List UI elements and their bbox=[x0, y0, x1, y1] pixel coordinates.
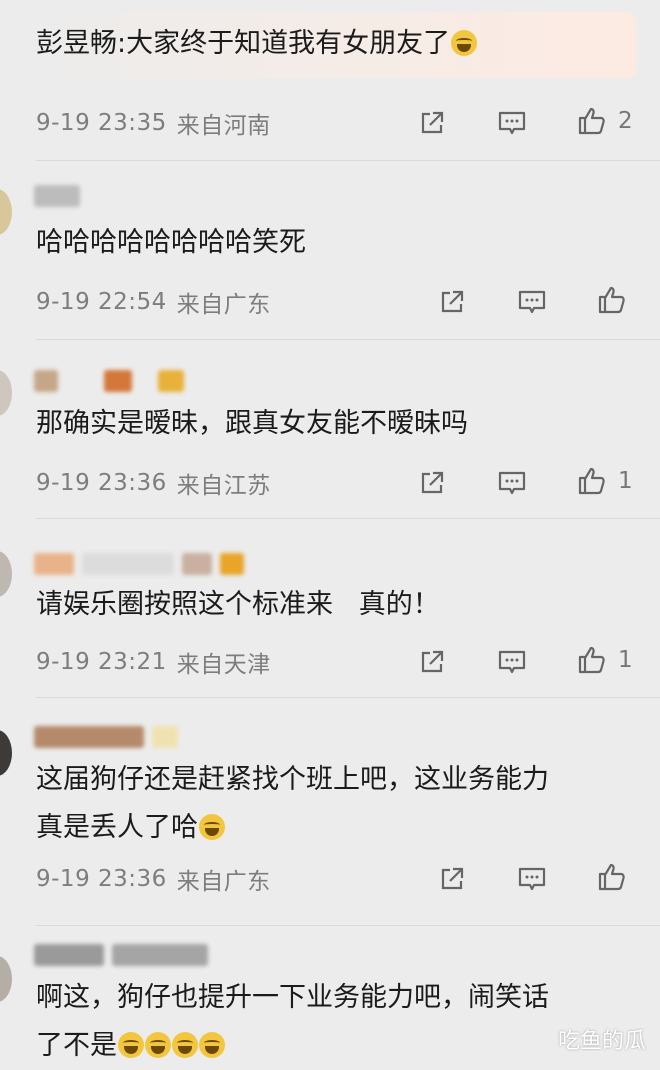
comment-location: 来自广东 bbox=[176, 869, 271, 895]
comment-item: 彭昱畅:大家终于知道我有女朋友了 9-19 23:35 来自河南 2 bbox=[0, 0, 660, 160]
comment-item: 请娱乐圈按照这个标准来 真的！ 9-19 23:21 来自天津 1 bbox=[0, 519, 660, 697]
thumbs-up-icon bbox=[578, 646, 605, 674]
like-count: 1 bbox=[618, 468, 633, 494]
comment-text: 请娱乐圈按照这个标准来 真的！ bbox=[36, 589, 440, 620]
like-button[interactable]: 1 bbox=[576, 643, 633, 677]
comment-icon bbox=[498, 650, 526, 674]
comment-text-content: 了不是 bbox=[36, 1030, 117, 1061]
thumbs-up-icon bbox=[598, 863, 625, 891]
share-icon bbox=[421, 111, 444, 134]
laugh-cry-emoji-icon bbox=[145, 1032, 171, 1058]
avatar[interactable] bbox=[0, 730, 12, 776]
share-button[interactable] bbox=[438, 862, 466, 896]
comment-button[interactable] bbox=[497, 466, 527, 500]
username[interactable] bbox=[34, 942, 208, 968]
comment-time: 9-19 23:21 bbox=[36, 649, 167, 675]
watermark: 吃鱼的瓜 bbox=[557, 1029, 646, 1054]
comment-text: 哈哈哈哈哈哈哈哈笑死 bbox=[36, 227, 306, 258]
comment-meta: 9-19 23:36 来自江苏 bbox=[36, 466, 271, 500]
comment-time: 9-19 23:36 bbox=[36, 470, 167, 496]
comment-location: 来自广东 bbox=[176, 292, 271, 318]
avatar[interactable] bbox=[0, 189, 12, 235]
username-blurred bbox=[112, 944, 208, 966]
comment-text-content: 真是丢人了哈 bbox=[36, 812, 198, 843]
thumbs-up-icon bbox=[598, 286, 625, 314]
username[interactable] bbox=[34, 551, 244, 577]
comment-item: 这届狗仔还是赶紧找个班上吧，这业务能力 真是丢人了哈 9-19 23:36 来自… bbox=[0, 698, 660, 925]
comment-text-line: 啊这，狗仔也提升一下业务能力吧，闹笑话 bbox=[36, 982, 549, 1013]
comment-text-content: 彭昱畅:大家终于知道我有女朋友了 bbox=[36, 28, 451, 59]
like-count: 1 bbox=[618, 647, 633, 673]
username-blurred bbox=[152, 726, 178, 748]
comment-location: 来自河南 bbox=[176, 113, 271, 139]
comment-button[interactable] bbox=[517, 285, 547, 319]
like-count: 2 bbox=[618, 108, 633, 134]
like-button[interactable] bbox=[596, 860, 628, 894]
laugh-cry-emoji-icon bbox=[172, 1032, 198, 1058]
username-blurred bbox=[34, 944, 104, 966]
username-blurred bbox=[34, 726, 144, 748]
comment-location: 来自江苏 bbox=[176, 473, 271, 499]
comment-text-line: 了不是 bbox=[36, 1022, 636, 1070]
comment-time: 9-19 23:35 bbox=[36, 110, 167, 136]
share-button[interactable] bbox=[418, 645, 446, 679]
username-blurred bbox=[158, 370, 184, 392]
thumbs-up-icon bbox=[578, 467, 605, 495]
username-blurred bbox=[104, 370, 132, 392]
comment-text: 这届狗仔还是赶紧找个班上吧，这业务能力 真是丢人了哈 bbox=[36, 756, 636, 852]
comment-time: 9-19 22:54 bbox=[36, 289, 167, 315]
username[interactable] bbox=[34, 368, 184, 394]
like-button[interactable]: 1 bbox=[576, 464, 633, 498]
comment-icon bbox=[498, 471, 526, 495]
avatar[interactable] bbox=[0, 370, 12, 416]
comment-button[interactable] bbox=[497, 106, 527, 140]
comment-time: 9-19 23:36 bbox=[36, 866, 167, 892]
comment-item: 那确实是暧昧，跟真女友能不暧昧吗 9-19 23:36 来自江苏 1 bbox=[0, 340, 660, 518]
comment-meta: 9-19 23:36 来自广东 bbox=[36, 862, 271, 896]
username[interactable] bbox=[34, 724, 178, 750]
comment-icon bbox=[518, 867, 546, 891]
username-blurred bbox=[82, 553, 174, 575]
avatar[interactable] bbox=[0, 956, 12, 1002]
comment-text: 啊这，狗仔也提升一下业务能力吧，闹笑话 了不是 bbox=[36, 974, 636, 1070]
comment-text: 彭昱畅:大家终于知道我有女朋友了 bbox=[36, 20, 636, 68]
share-icon bbox=[421, 471, 444, 494]
comment-text-line: 这届狗仔还是赶紧找个班上吧，这业务能力 bbox=[36, 764, 549, 795]
like-button[interactable]: 2 bbox=[576, 104, 633, 138]
comment-item: 哈哈哈哈哈哈哈哈笑死 9-19 22:54 来自广东 bbox=[0, 161, 660, 339]
laugh-cry-emoji-icon bbox=[451, 30, 478, 56]
comment-meta: 9-19 23:21 来自天津 bbox=[36, 645, 271, 679]
share-icon bbox=[421, 650, 444, 673]
comment-button[interactable] bbox=[497, 645, 527, 679]
username-blurred bbox=[34, 370, 58, 392]
share-button[interactable] bbox=[418, 106, 446, 140]
comment-text-line: 真是丢人了哈 bbox=[36, 804, 636, 852]
comment-icon bbox=[498, 111, 526, 135]
share-button[interactable] bbox=[418, 466, 446, 500]
comment-icon bbox=[518, 290, 546, 314]
comment-text: 那确实是暧昧，跟真女友能不暧昧吗 bbox=[36, 408, 468, 439]
username-blurred bbox=[34, 185, 80, 207]
like-button[interactable] bbox=[596, 283, 628, 317]
comment-button[interactable] bbox=[517, 862, 547, 896]
laugh-cry-emoji-icon bbox=[199, 1032, 225, 1058]
share-icon bbox=[441, 290, 464, 313]
username-blurred bbox=[220, 553, 244, 575]
username-blurred bbox=[182, 553, 212, 575]
comment-location: 来自天津 bbox=[176, 652, 271, 678]
comment-meta: 9-19 23:35 来自河南 bbox=[36, 106, 271, 140]
comment-meta: 9-19 22:54 来自广东 bbox=[36, 285, 271, 319]
laugh-cry-emoji-icon bbox=[118, 1032, 144, 1058]
laugh-cry-emoji-icon bbox=[199, 814, 225, 840]
avatar[interactable] bbox=[0, 551, 12, 597]
share-button[interactable] bbox=[438, 285, 466, 319]
thumbs-up-icon bbox=[578, 107, 605, 135]
username[interactable] bbox=[34, 183, 80, 209]
share-icon bbox=[441, 867, 464, 890]
username-blurred bbox=[34, 553, 74, 575]
